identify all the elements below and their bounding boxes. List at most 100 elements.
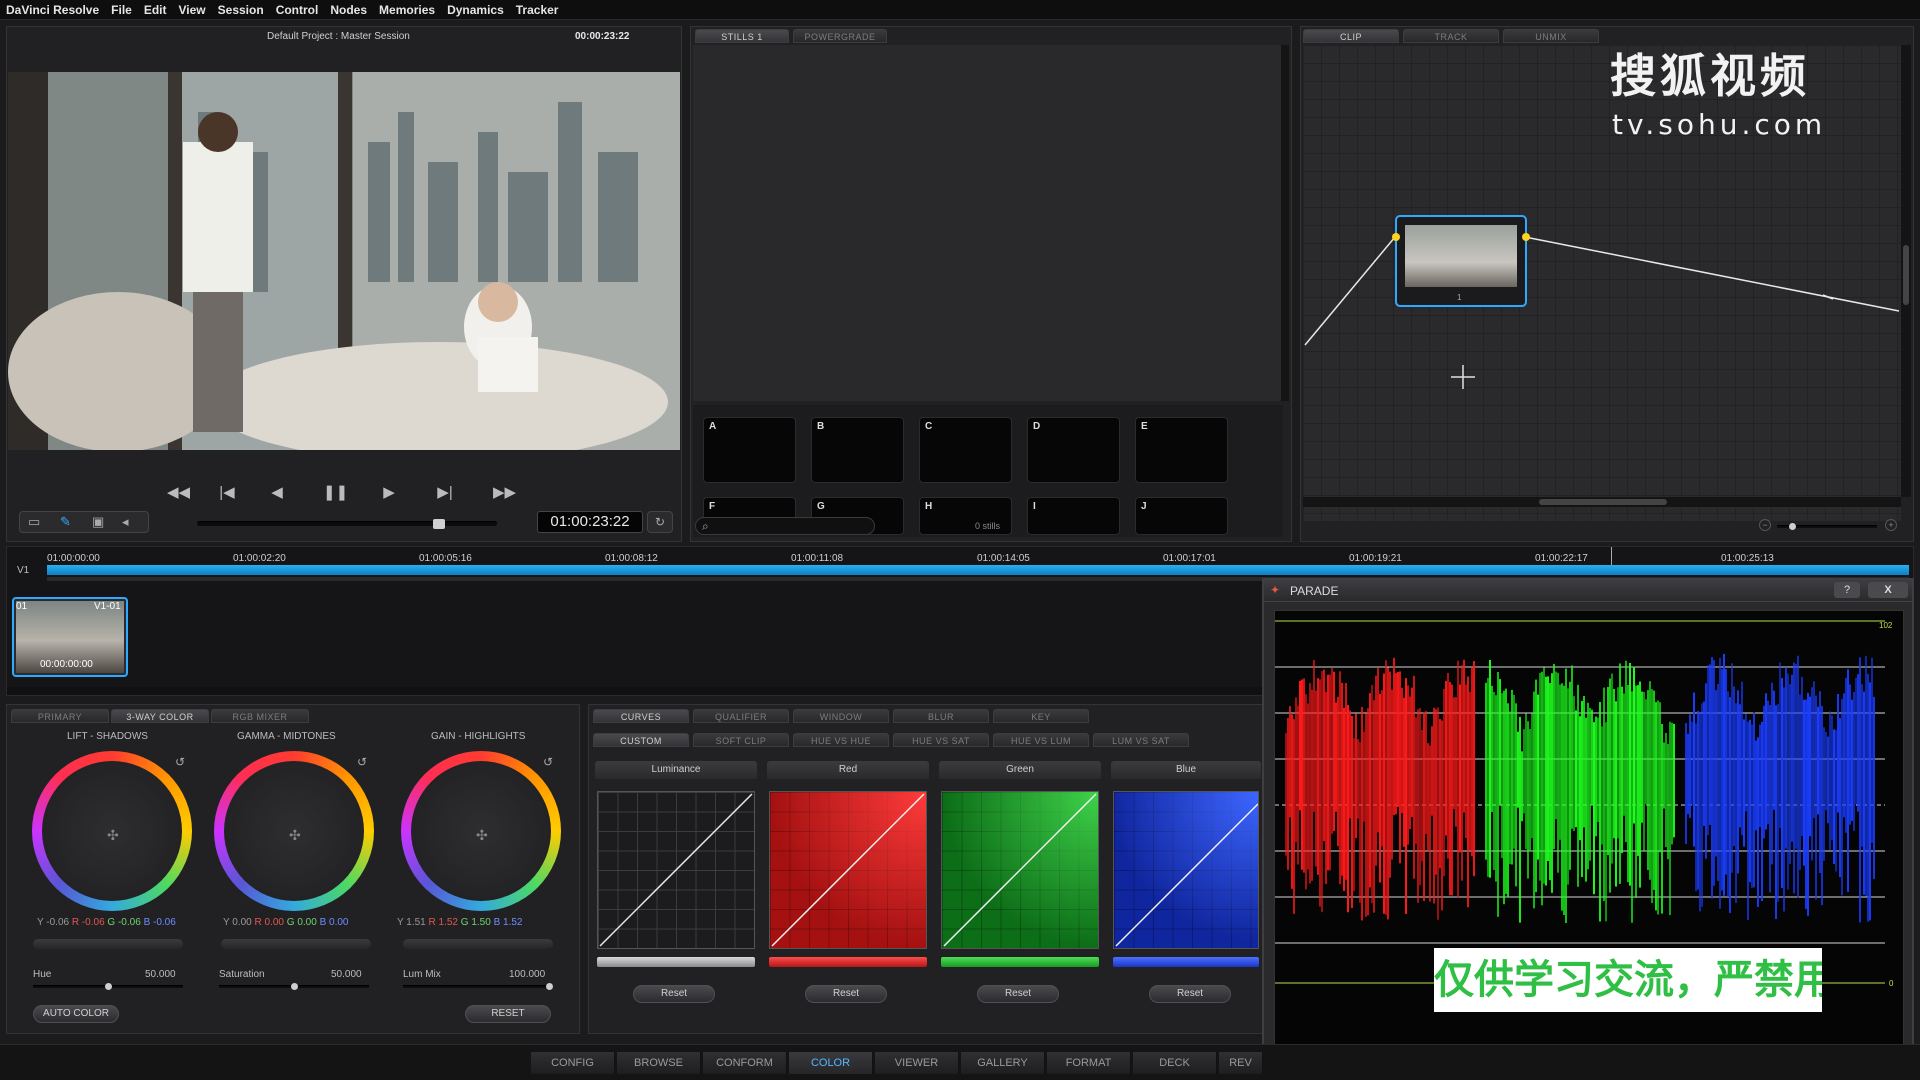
menu-nodes[interactable]: Nodes [330,3,367,17]
hue-slider[interactable] [33,983,183,990]
tab-curves[interactable]: CURVES [593,709,689,723]
memory-j[interactable]: J [1135,497,1228,535]
speaker-icon[interactable]: ◂ [122,514,129,530]
monitor-icon[interactable]: ▭ [28,514,40,530]
red-curve[interactable] [769,791,927,949]
gallery-search-input[interactable]: ⌕ [695,517,875,535]
viewer-scrubber[interactable] [197,519,497,529]
pen-icon[interactable]: ✎ [60,514,71,530]
timeline-track-bar[interactable] [47,565,1909,575]
page-rev[interactable]: REV [1219,1052,1263,1074]
green-curve[interactable] [941,791,1099,949]
rewind-icon[interactable]: ◀◀ [167,483,190,501]
tab-3way[interactable]: 3-WAY COLOR [111,709,209,723]
tab-blur[interactable]: BLUR [893,709,989,723]
playhead-marker[interactable] [1611,547,1612,567]
page-gallery[interactable]: GALLERY [961,1052,1045,1074]
luminance-curve[interactable] [597,791,755,949]
memory-a[interactable]: A [703,417,796,483]
tab-rgb-mixer[interactable]: RGB MIXER [211,709,309,723]
tab-key[interactable]: KEY [993,709,1089,723]
memory-b[interactable]: B [811,417,904,483]
lift-crosshair-icon[interactable]: ✣ [107,827,119,844]
timeline-clip[interactable]: 01 V1-01 00:00:00:00 [12,597,128,677]
green-bar[interactable] [941,957,1099,967]
lum-mix-slider[interactable] [403,983,553,990]
blue-bar[interactable] [1113,957,1259,967]
pause-icon[interactable]: ❚❚ [323,483,348,501]
next-frame-icon[interactable]: ▶| [435,483,455,501]
node-hscroll-thumb[interactable] [1539,499,1667,505]
viewer-image[interactable] [8,72,680,450]
stills-scrollbar[interactable] [1281,45,1289,401]
lift-reset-icon[interactable]: ↺ [175,755,185,769]
tab-primary[interactable]: PRIMARY [11,709,109,723]
page-format[interactable]: FORMAT [1047,1052,1131,1074]
lum-mix-slider-handle[interactable] [546,983,553,990]
gamma-master-wheel[interactable] [221,939,371,949]
page-viewer[interactable]: VIEWER [875,1052,959,1074]
zoom-in-icon[interactable]: + [1885,519,1897,531]
menu-file[interactable]: File [111,3,132,17]
tab-clip[interactable]: CLIP [1303,29,1399,43]
luminance-reset-button[interactable]: Reset [633,985,715,1003]
previous-frame-icon[interactable]: |◀ [217,483,237,501]
menu-tracker[interactable]: Tracker [516,3,559,17]
tab-hue-vs-sat[interactable]: HUE VS SAT [893,733,989,747]
tab-qualifier[interactable]: QUALIFIER [693,709,789,723]
node-1[interactable]: 1 [1392,215,1530,307]
node-input-dot[interactable] [1392,233,1400,241]
tab-hue-vs-hue[interactable]: HUE VS HUE [793,733,889,747]
node-output-dot[interactable] [1522,233,1530,241]
blue-reset-button[interactable]: Reset [1149,985,1231,1003]
menu-dynamics[interactable]: Dynamics [447,3,504,17]
tab-track[interactable]: TRACK [1403,29,1499,43]
app-name[interactable]: DaVinci Resolve [6,3,99,17]
tab-powergrade[interactable]: POWERGRADE [793,29,887,43]
fast-forward-icon[interactable]: ▶▶ [493,483,516,501]
page-browse[interactable]: BROWSE [617,1052,701,1074]
page-config[interactable]: CONFIG [531,1052,615,1074]
stills-area[interactable] [693,45,1283,401]
memory-i[interactable]: I [1027,497,1120,535]
node-zoom-slider[interactable] [1777,523,1877,530]
blue-curve[interactable] [1113,791,1259,949]
menu-control[interactable]: Control [276,3,319,17]
hue-slider-handle[interactable] [104,983,112,990]
saturation-slider[interactable] [219,983,369,990]
gamma-crosshair-icon[interactable]: ✣ [289,827,301,844]
gain-reset-icon[interactable]: ↺ [543,755,553,769]
page-conform[interactable]: CONFORM [703,1052,787,1074]
gamma-reset-icon[interactable]: ↺ [357,755,367,769]
node-hscrollbar[interactable] [1303,497,1901,507]
menu-session[interactable]: Session [218,3,264,17]
tab-custom[interactable]: CUSTOM [593,733,689,747]
tab-lum-vs-sat[interactable]: LUM VS SAT [1093,733,1189,747]
play-icon[interactable]: ▶ [379,483,399,501]
loop-icon[interactable]: ↻ [647,511,673,533]
auto-color-button[interactable]: AUTO COLOR [33,1005,119,1023]
scrubber-handle[interactable] [433,519,446,529]
tab-window[interactable]: WINDOW [793,709,889,723]
page-deck[interactable]: DECK [1133,1052,1217,1074]
lift-master-wheel[interactable] [33,939,183,949]
screen-icon[interactable]: ▣ [92,514,104,530]
page-color[interactable]: COLOR [789,1052,873,1074]
tab-hue-vs-lum[interactable]: HUE VS LUM [993,733,1089,747]
gain-crosshair-icon[interactable]: ✣ [476,827,488,844]
node-zoom-handle[interactable] [1789,523,1796,530]
play-reverse-icon[interactable]: ◀ [267,483,287,501]
gain-master-wheel[interactable] [403,939,553,949]
node-vscroll-thumb[interactable] [1903,245,1909,305]
memory-e[interactable]: E [1135,417,1228,483]
red-reset-button[interactable]: Reset [805,985,887,1003]
memory-d[interactable]: D [1027,417,1120,483]
menu-memories[interactable]: Memories [379,3,435,17]
tab-soft-clip[interactable]: SOFT CLIP [693,733,789,747]
red-bar[interactable] [769,957,927,967]
green-reset-button[interactable]: Reset [977,985,1059,1003]
luminance-bar[interactable] [597,957,755,967]
reset-button[interactable]: RESET [465,1005,551,1023]
menu-edit[interactable]: Edit [144,3,167,17]
tab-stills[interactable]: STILLS 1 [695,29,789,43]
